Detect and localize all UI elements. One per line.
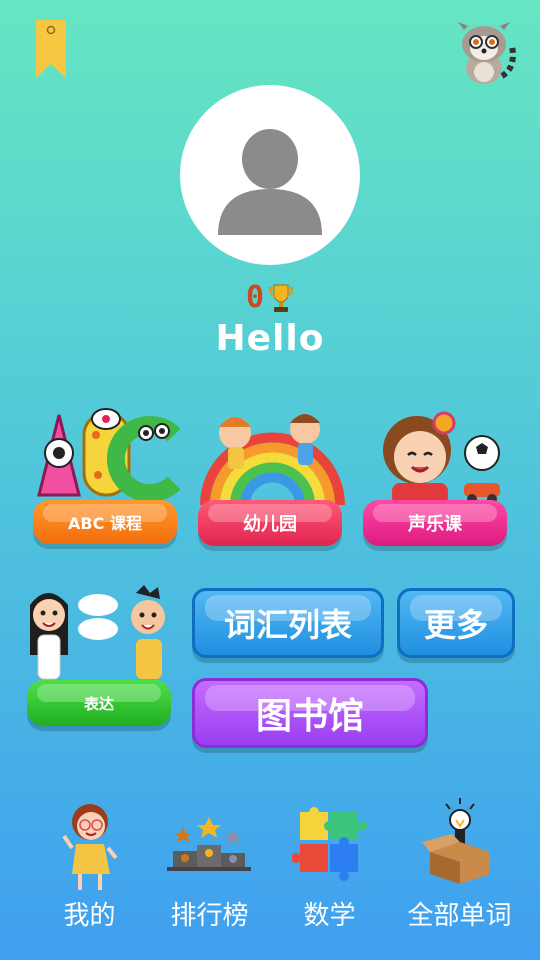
lightbulb-box-icon	[422, 798, 490, 884]
abc-course-button[interactable]: ABC 课程	[33, 500, 177, 544]
more-label: 更多	[423, 606, 488, 644]
nav-label-leaderboard: 排行榜	[170, 901, 249, 931]
abc-course-label: ABC 课程	[68, 514, 142, 533]
vocabulary-list-label: 词汇列表	[223, 606, 352, 644]
rainbow-kids-illustration	[200, 414, 345, 505]
nav-label-me: 我的	[63, 901, 116, 931]
kids-talking-illustration	[30, 585, 165, 680]
girl-toys-illustration	[383, 411, 500, 505]
kindergarten-button[interactable]: 幼儿园	[198, 500, 342, 546]
music-class-button[interactable]: 声乐课	[363, 500, 507, 546]
lemur-mascot-icon[interactable]	[448, 18, 520, 86]
nav-label-math: 数学	[303, 901, 356, 931]
expression-label: 表达	[83, 694, 114, 713]
score-value: 0	[245, 280, 265, 315]
user-silhouette-icon	[218, 129, 322, 235]
vocabulary-list-button[interactable]: 词汇列表	[192, 588, 384, 658]
bookmark-icon[interactable]	[36, 20, 66, 78]
avatar[interactable]	[180, 85, 360, 265]
music-class-label: 声乐课	[408, 514, 462, 535]
puzzle-icon	[292, 807, 367, 881]
library-label: 图书馆	[255, 696, 364, 737]
abc-letters-illustration	[37, 408, 181, 500]
greeting: Hello	[215, 318, 325, 359]
nav-label-all-words: 全部单词	[407, 901, 512, 931]
trophy-icon	[269, 284, 294, 312]
expression-button[interactable]: 表达	[27, 680, 171, 726]
score-row: 0	[0, 280, 540, 315]
girl-icon	[62, 804, 118, 890]
more-button[interactable]: 更多	[397, 588, 515, 658]
podium-icon	[167, 817, 251, 871]
library-button[interactable]: 图书馆	[192, 678, 428, 748]
kindergarten-label: 幼儿园	[243, 514, 297, 535]
